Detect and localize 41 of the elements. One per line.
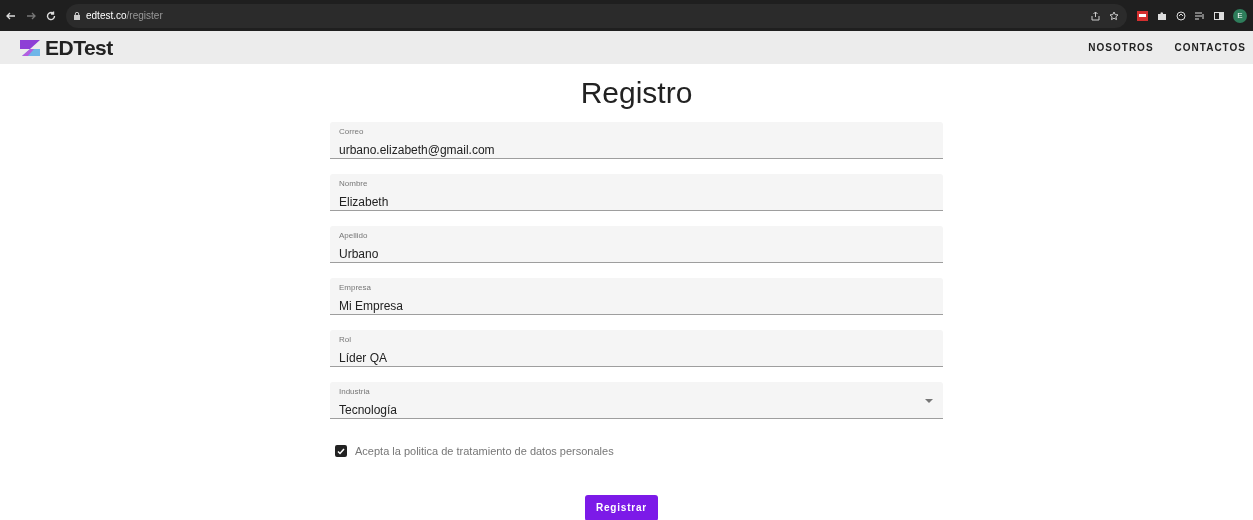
field-value: Líder QA — [339, 351, 389, 365]
field-label: Industria — [339, 387, 371, 397]
playlist-icon[interactable] — [1195, 10, 1205, 21]
page-title: Registro — [579, 76, 694, 110]
star-icon[interactable] — [1109, 10, 1119, 21]
url-path: /register — [126, 10, 163, 21]
profile-avatar[interactable]: E — [1233, 8, 1247, 23]
checkbox[interactable] — [335, 445, 347, 457]
nav-link[interactable]: NOSOTROS — [1074, 42, 1161, 53]
field-value: urbano.elizabeth@gmail.com — [339, 143, 496, 157]
dropdown-caret-icon — [925, 399, 933, 403]
text-field[interactable]: Nombre Elizabeth — [330, 174, 943, 211]
industry-select[interactable]: Industria Tecnología — [330, 382, 943, 419]
sidebar-icon[interactable] — [1214, 10, 1224, 21]
field-value: Elizabeth — [339, 195, 390, 209]
text-field[interactable]: Empresa Mi Empresa — [330, 278, 943, 315]
field-label: Empresa — [339, 283, 372, 293]
checkbox-label: Acepta la politica de tratamiento de datos personales — [355, 445, 614, 457]
back-icon[interactable] — [6, 10, 16, 21]
field-label: Rol — [339, 335, 352, 345]
forward-icon[interactable] — [26, 10, 36, 21]
field-value: Mi Empresa — [339, 299, 404, 313]
address-bar[interactable]: edtest.co/register — [66, 3, 1127, 28]
field-label: Nombre — [339, 179, 369, 189]
extension-icon[interactable] — [1137, 10, 1148, 21]
text-field[interactable]: Apellido Urbano — [330, 226, 943, 263]
url-host: edtest.co — [86, 10, 127, 21]
share-icon[interactable] — [1091, 10, 1100, 21]
lock-icon — [74, 11, 80, 20]
field-value: Tecnología — [339, 403, 399, 417]
text-field[interactable]: Correo urbano.elizabeth@gmail.com — [330, 122, 943, 159]
field-label: Correo — [339, 127, 365, 137]
logo-text: EDTest — [45, 35, 113, 60]
register-button[interactable]: Registrar — [584, 495, 659, 520]
field-value: Urbano — [339, 247, 380, 261]
text-field[interactable]: Rol Líder QA — [330, 330, 943, 367]
reload-icon[interactable] — [46, 10, 56, 21]
sync-icon[interactable] — [1176, 10, 1186, 21]
field-label: Apellido — [339, 231, 369, 241]
nav-link[interactable]: CONTACTOS — [1160, 42, 1253, 53]
logo-icon — [18, 37, 42, 58]
